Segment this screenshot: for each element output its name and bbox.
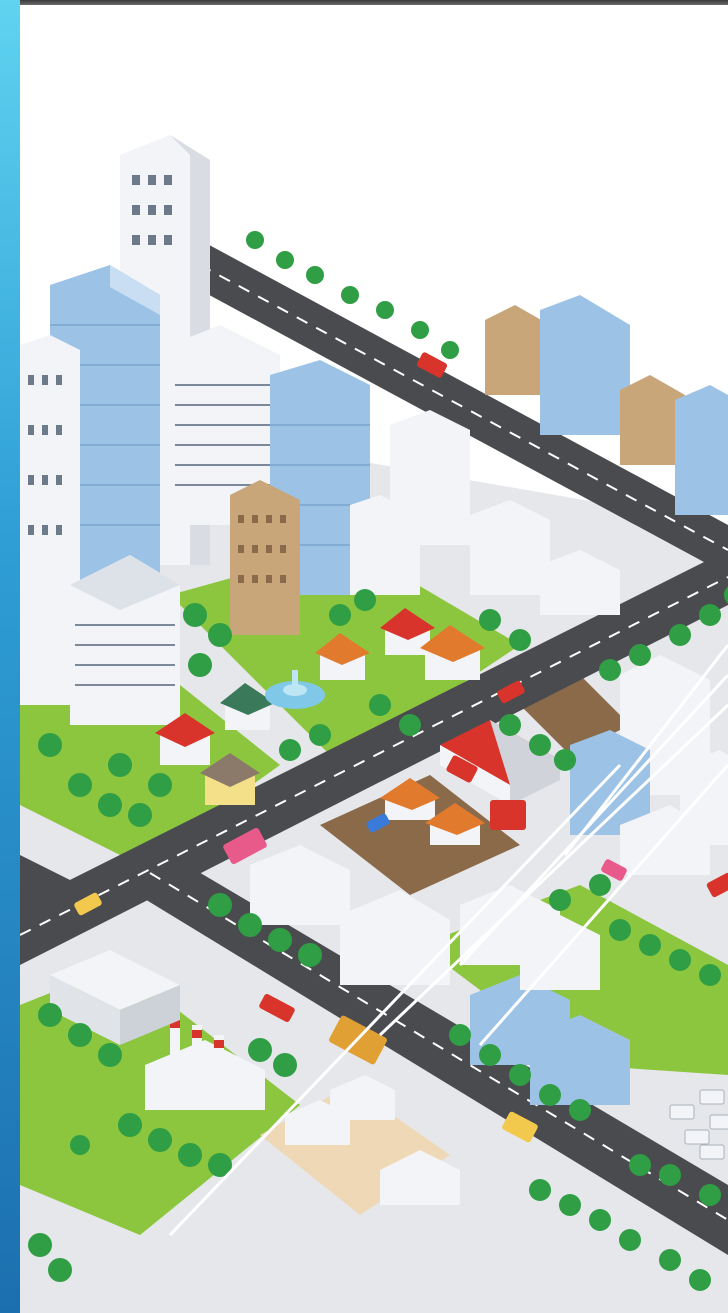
brick-tower	[230, 480, 300, 635]
city-illustration	[20, 5, 728, 1313]
slide-frame	[0, 0, 728, 1313]
left-accent-bar	[0, 0, 20, 1313]
office-tower-front	[70, 555, 180, 725]
